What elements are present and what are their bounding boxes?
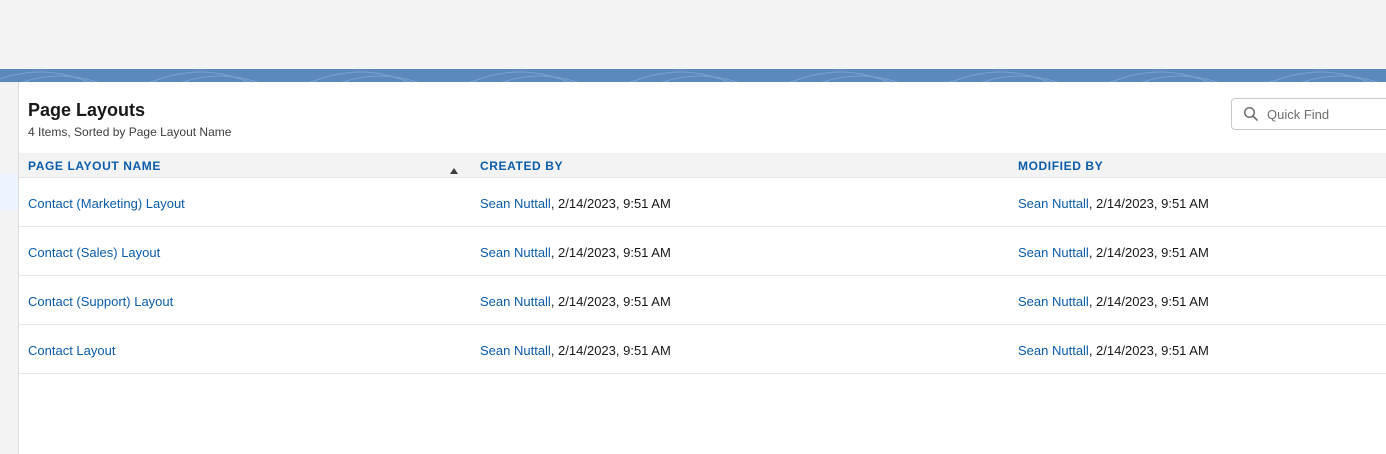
left-sidebar-edge xyxy=(0,82,18,454)
column-header-modified-by[interactable]: MODIFIED BY xyxy=(1018,159,1103,173)
table-header: PAGE LAYOUT NAME CREATED BY MODIFIED BY xyxy=(19,153,1386,178)
created-by-user-link[interactable]: Sean Nuttall xyxy=(480,294,551,309)
created-date: , 2/14/2023, 9:51 AM xyxy=(550,343,671,358)
modified-by-user-link[interactable]: Sean Nuttall xyxy=(1018,294,1089,309)
modified-date: , 2/14/2023, 9:51 AM xyxy=(1088,343,1209,358)
top-background xyxy=(0,0,1386,69)
modified-date: , 2/14/2023, 9:51 AM xyxy=(1088,294,1209,309)
search-icon xyxy=(1243,106,1259,122)
page-layout-link[interactable]: Contact (Marketing) Layout xyxy=(28,196,185,211)
sidebar-selected-indicator[interactable] xyxy=(0,173,18,211)
list-summary: 4 Items, Sorted by Page Layout Name xyxy=(28,125,232,139)
page-title: Page Layouts xyxy=(28,100,146,120)
modified-by-user-link[interactable]: Sean Nuttall xyxy=(1018,343,1089,358)
column-header-created-by[interactable]: CREATED BY xyxy=(480,159,563,173)
column-header-page-layout-name[interactable]: PAGE LAYOUT NAME xyxy=(28,159,161,173)
page-layout-link[interactable]: Contact (Sales) Layout xyxy=(28,245,160,260)
modified-date: , 2/14/2023, 9:51 AM xyxy=(1088,245,1209,260)
page-layout-link[interactable]: Contact (Support) Layout xyxy=(28,294,173,309)
quick-find-search[interactable]: Quick Find xyxy=(1231,98,1386,130)
created-by-user-link[interactable]: Sean Nuttall xyxy=(480,196,551,211)
list-view-panel: Page Layouts 4 Items, Sorted by Page Lay… xyxy=(18,82,1386,454)
search-input[interactable]: Quick Find xyxy=(1267,107,1329,122)
page-layout-link[interactable]: Contact Layout xyxy=(28,343,115,358)
table-row: Contact (Marketing) Layout Sean Nuttall,… xyxy=(19,178,1386,227)
modified-date: , 2/14/2023, 9:51 AM xyxy=(1088,196,1209,211)
table-row: Contact Layout Sean Nuttall, 2/14/2023, … xyxy=(19,325,1386,374)
decorative-banner xyxy=(0,69,1386,82)
created-date: , 2/14/2023, 9:51 AM xyxy=(550,196,671,211)
created-date: , 2/14/2023, 9:51 AM xyxy=(550,294,671,309)
sort-ascending-icon[interactable] xyxy=(450,161,458,174)
table-row: Contact (Sales) Layout Sean Nuttall, 2/1… xyxy=(19,227,1386,276)
table-row: Contact (Support) Layout Sean Nuttall, 2… xyxy=(19,276,1386,325)
created-by-user-link[interactable]: Sean Nuttall xyxy=(480,245,551,260)
created-date: , 2/14/2023, 9:51 AM xyxy=(550,245,671,260)
modified-by-user-link[interactable]: Sean Nuttall xyxy=(1018,245,1089,260)
modified-by-user-link[interactable]: Sean Nuttall xyxy=(1018,196,1089,211)
created-by-user-link[interactable]: Sean Nuttall xyxy=(480,343,551,358)
